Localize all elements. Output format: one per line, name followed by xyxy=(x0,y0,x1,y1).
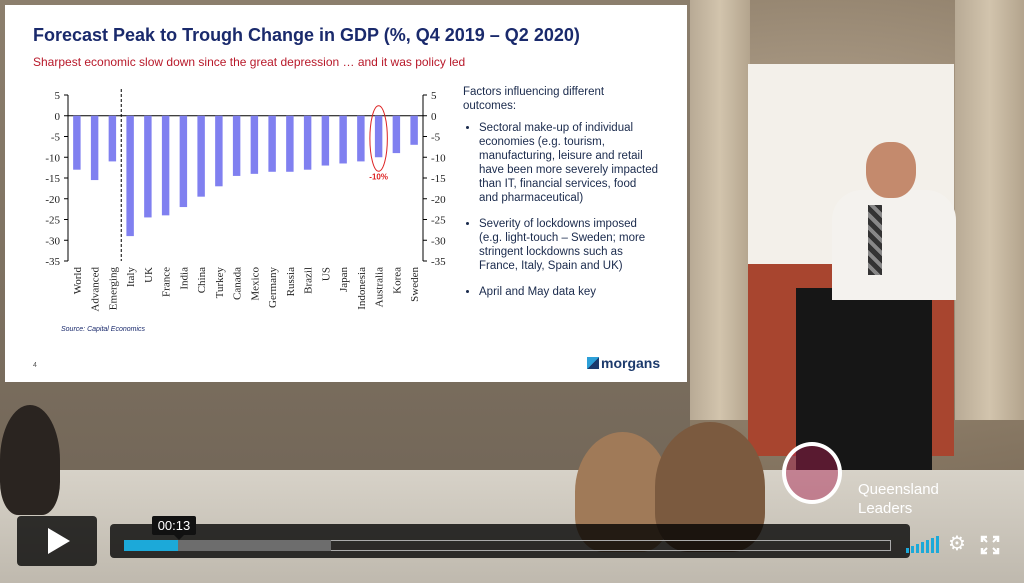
queensland-leaders-logo-icon xyxy=(782,442,842,504)
bar-china xyxy=(197,115,205,197)
factors-heading: Factors influencing different outcomes: xyxy=(463,86,605,112)
factor-item: Severity of lockdowns imposed (e.g. ligh… xyxy=(479,217,658,273)
bar-brazil xyxy=(303,115,312,170)
x-tick-label: Germany xyxy=(267,267,279,308)
bar-sweden xyxy=(410,115,418,145)
watermark-line1: Queensland xyxy=(858,481,939,498)
bar-world xyxy=(73,115,81,170)
x-tick-label: France xyxy=(161,267,173,297)
bar-korea xyxy=(392,115,401,154)
presentation-slide: Forecast Peak to Trough Change in GDP (%… xyxy=(5,5,687,382)
y-tick-label-left: -5 xyxy=(51,132,61,144)
factors-panel: Factors influencing different outcomes: … xyxy=(463,85,658,311)
x-tick-label: Sweden xyxy=(409,267,421,302)
x-tick-label: Russia xyxy=(285,267,297,296)
bar-russia xyxy=(286,115,294,172)
factor-item: April and May data key xyxy=(479,285,658,299)
highlight-label: -10% xyxy=(369,172,388,181)
bar-canada xyxy=(232,115,241,176)
x-tick-label: Emerging xyxy=(107,267,119,311)
x-tick-label: UK xyxy=(143,267,155,283)
x-tick-label: Brazil xyxy=(303,267,315,294)
x-tick-label: India xyxy=(178,267,190,290)
bar-australia xyxy=(374,115,383,158)
video-player[interactable]: Forecast Peak to Trough Change in GDP (%… xyxy=(0,0,1024,583)
y-tick-label-right: -25 xyxy=(431,215,446,227)
gdp-bar-chart: 5 5 0 0 -5 -5 -10 -10 -15 -15 -20 -20 -25 -25 -30 -30 -3… xyxy=(45,89,446,312)
y-tick-label-left: 5 xyxy=(55,90,61,102)
y-tick-label-right: -20 xyxy=(431,194,446,206)
y-tick-label-left: -25 xyxy=(45,215,60,227)
y-tick-label-right: 5 xyxy=(431,90,437,102)
bar-italy xyxy=(126,115,134,237)
bar-japan xyxy=(339,115,347,164)
bar-indonesia xyxy=(357,115,365,162)
y-tick-label-left: -30 xyxy=(45,235,60,247)
x-tick-label: World xyxy=(72,267,84,295)
curtain xyxy=(955,0,1024,420)
y-tick-label-left: -10 xyxy=(45,152,60,164)
progress-played xyxy=(124,540,178,551)
gear-icon[interactable]: ⚙ xyxy=(948,534,968,554)
bar-emerging xyxy=(108,115,117,162)
y-tick-label-right: -35 xyxy=(431,256,446,268)
curtain xyxy=(690,0,750,420)
factor-item: Sectoral make-up of individual economies… xyxy=(479,121,658,205)
bar-germany xyxy=(268,115,276,172)
speaker-tie xyxy=(868,205,882,275)
slide-page-number: 4 xyxy=(33,362,37,369)
x-tick-label: Korea xyxy=(391,267,403,294)
morgans-logo-text: morgans xyxy=(601,355,661,371)
x-tick-label: Turkey xyxy=(214,267,226,299)
slide-subtitle: Sharpest economic slow down since the gr… xyxy=(33,55,466,69)
morgans-logo-icon xyxy=(587,357,599,369)
y-tick-label-right: -30 xyxy=(431,235,446,247)
y-tick-label-left: 0 xyxy=(55,111,61,123)
speaker-head xyxy=(866,142,916,198)
bar-uk xyxy=(144,115,152,218)
bar-mexico xyxy=(250,115,259,174)
player-controls: 00:13 ⚙ xyxy=(0,505,1024,583)
y-tick-label-left: -35 xyxy=(45,256,60,268)
y-tick-label-right: -5 xyxy=(431,132,441,144)
current-time: 00:13 xyxy=(151,516,197,540)
volume-icon[interactable] xyxy=(906,535,939,553)
audience-member xyxy=(0,405,60,515)
x-tick-label: Advanced xyxy=(90,267,102,312)
x-tick-label: US xyxy=(320,267,332,281)
bar-india xyxy=(179,115,188,208)
x-tick-label: Australia xyxy=(374,267,386,307)
x-tick-label: Mexico xyxy=(249,267,261,301)
y-tick-label-right: -15 xyxy=(431,173,446,185)
slide-title: Forecast Peak to Trough Change in GDP (%… xyxy=(33,25,580,45)
chart-source: Source: Capital Economics xyxy=(61,326,146,333)
speaker xyxy=(832,190,956,300)
factors-list: Sectoral make-up of individual economies… xyxy=(463,121,658,299)
play-button[interactable] xyxy=(17,516,97,566)
y-tick-label-left: -20 xyxy=(45,194,60,206)
y-tick-label-left: -15 xyxy=(45,173,60,185)
y-tick-label-right: 0 xyxy=(431,111,437,123)
morgans-logo: morgans xyxy=(587,355,660,371)
bar-advanced xyxy=(90,115,99,181)
x-tick-label: Canada xyxy=(232,267,244,300)
x-tick-label: China xyxy=(196,267,208,293)
x-tick-label: Italy xyxy=(125,267,137,288)
bar-france xyxy=(161,115,170,216)
x-tick-label: Japan xyxy=(338,267,350,293)
bar-us xyxy=(321,115,330,166)
y-tick-label-right: -10 xyxy=(431,152,446,164)
bar-turkey xyxy=(215,115,223,187)
x-tick-label: Indonesia xyxy=(356,267,368,310)
fullscreen-icon[interactable] xyxy=(980,535,1000,555)
